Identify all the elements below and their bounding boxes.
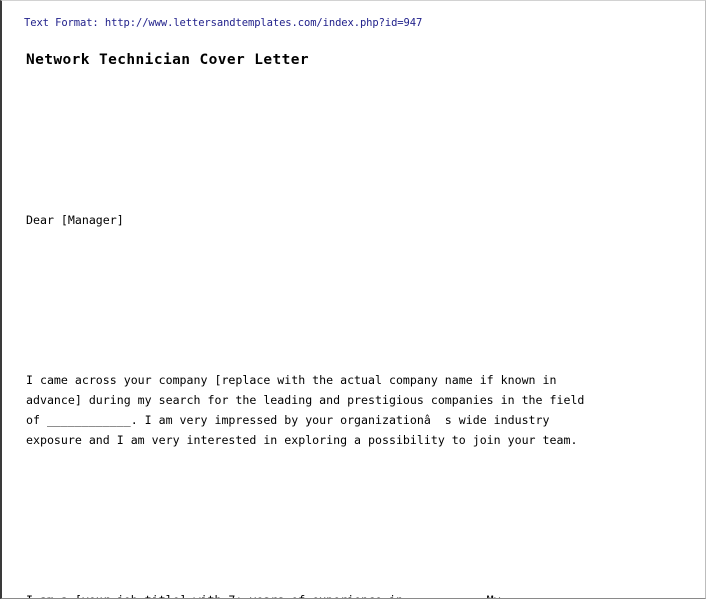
paragraph-intro: I came across your company [replace with… (26, 373, 585, 447)
page-title: Network Technician Cover Letter (26, 52, 310, 68)
salutation: Dear [Manager] (26, 213, 124, 227)
source-url-line: Text Format: http://www.lettersandtempla… (24, 17, 423, 29)
paragraph-experience: I am a [your job title] with 7+ years of… (26, 590, 689, 598)
letter-body: Dear [Manager] I came across your compan… (22, 70, 689, 598)
document-page: Text Format: http://www.lettersandtempla… (0, 0, 706, 599)
